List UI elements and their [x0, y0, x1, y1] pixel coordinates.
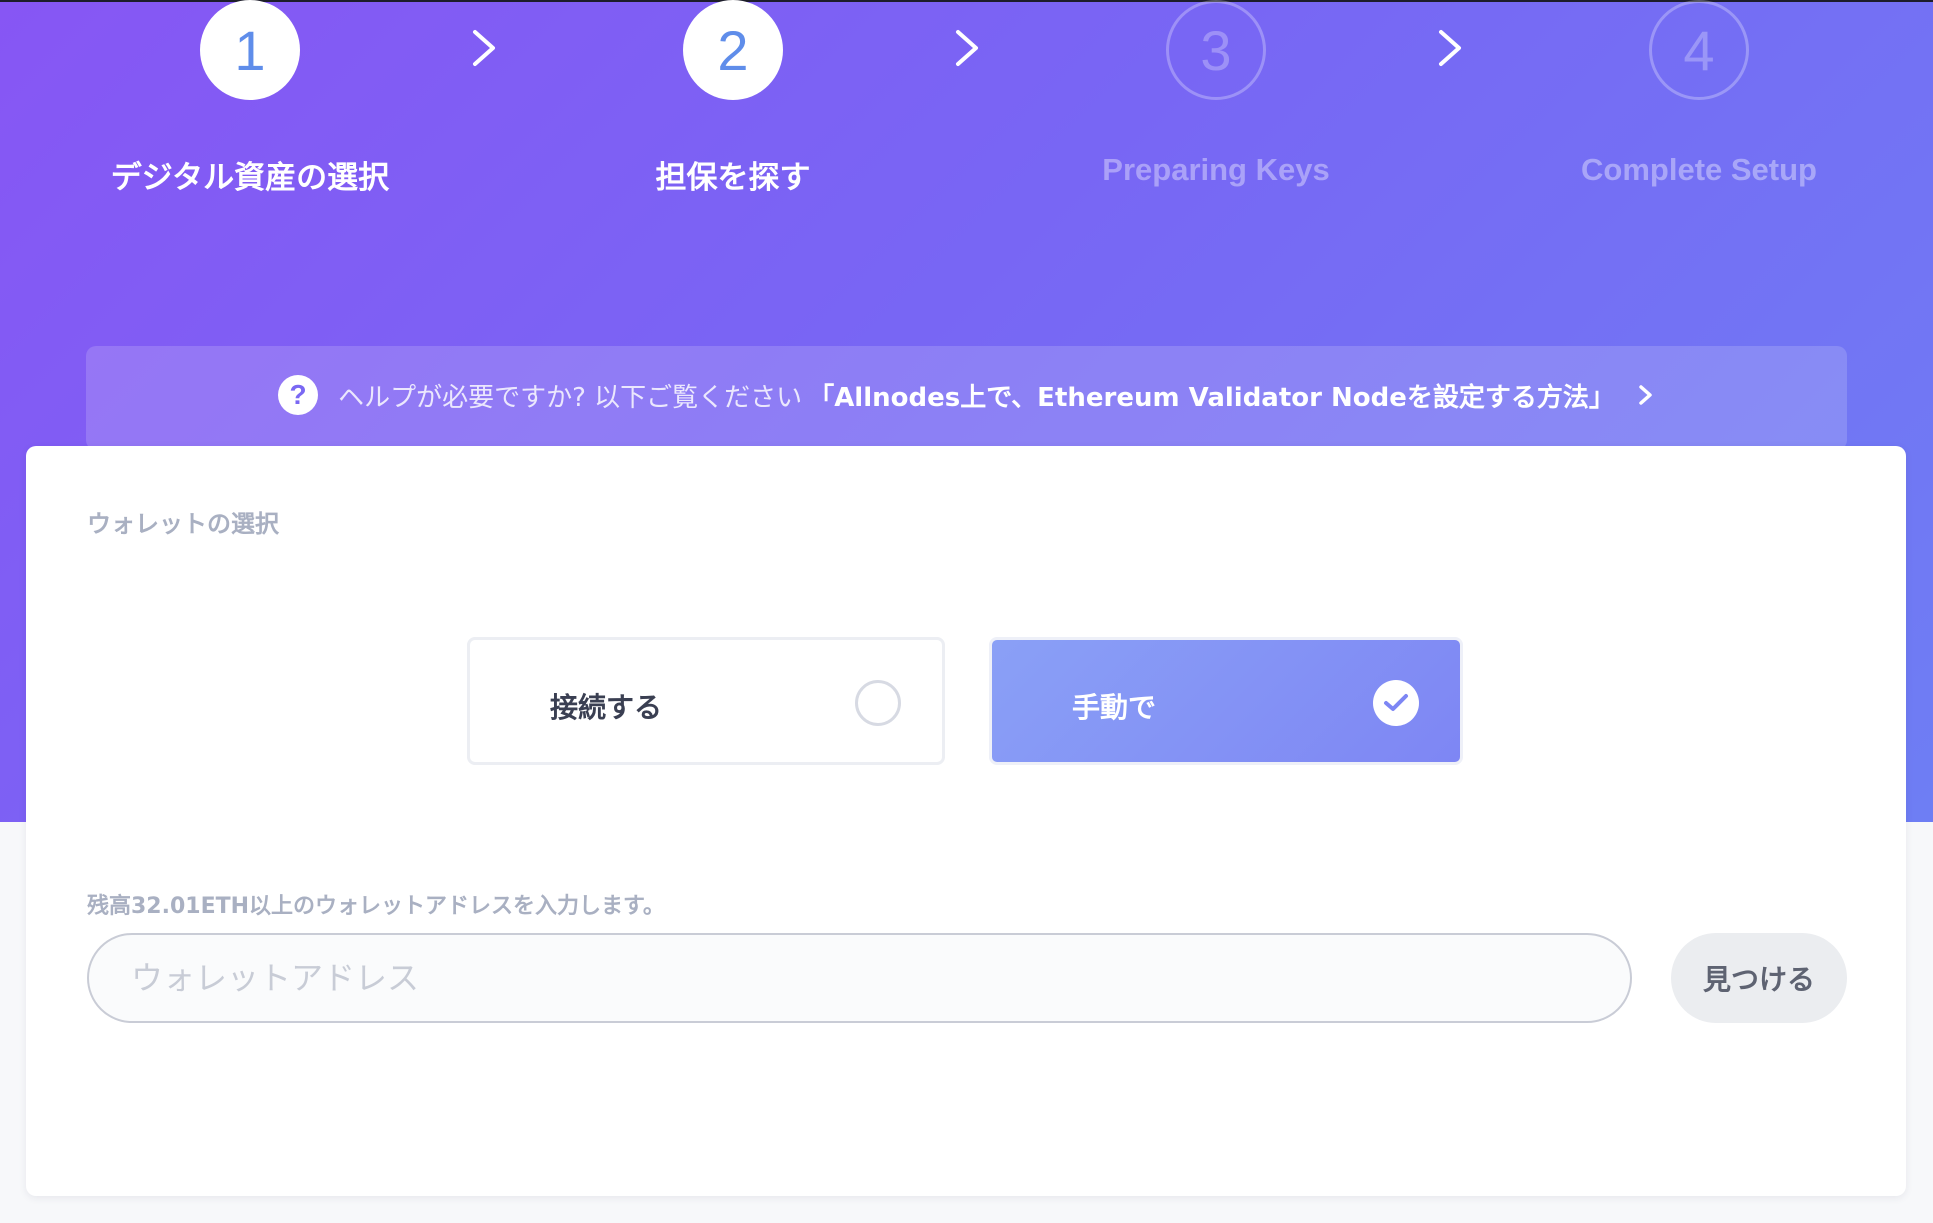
question-icon: ? [278, 375, 319, 415]
step-3-label: Preparing Keys [1102, 152, 1330, 187]
help-link[interactable]: 「Allnodes上で、Ethereum Validator Nodeを設定する… [808, 377, 1615, 414]
chevron-right-icon [1639, 385, 1652, 405]
manual-option-label: 手動で [1072, 691, 1157, 724]
radio-unchecked-icon [855, 680, 901, 726]
step-4-number: 4 [1649, 0, 1749, 100]
step-1-number: 1 [200, 0, 300, 100]
step-4: 4 Complete Setup [1499, 0, 1899, 188]
step-1: 1 デジタル資産の選択 [50, 0, 450, 197]
chevron-right-icon [956, 30, 978, 66]
checkmark-icon [1373, 680, 1419, 726]
step-4-label: Complete Setup [1581, 152, 1817, 187]
step-3-number: 3 [1166, 0, 1266, 100]
find-button[interactable]: 見つける [1671, 933, 1847, 1023]
address-label: 残高32.01ETH以上のウォレットアドレスを入力します。 [87, 894, 665, 919]
help-banner[interactable]: ? ヘルプが必要ですか? 以下ご覧ください 「Allnodes上で、Ethere… [86, 346, 1847, 450]
step-1-label: デジタル資産の選択 [110, 160, 390, 196]
step-2-label: 担保を探す [655, 160, 811, 196]
chevron-right-icon [473, 30, 495, 66]
wallet-address-input[interactable] [87, 933, 1632, 1023]
connect-wallet-option[interactable]: 接続する [467, 637, 945, 765]
connect-option-label: 接続する [550, 691, 663, 724]
step-3: 3 Preparing Keys [1016, 0, 1416, 188]
manual-entry-option[interactable]: 手動で [989, 637, 1463, 765]
chevron-right-icon [1439, 30, 1461, 66]
step-2: 2 担保を探す [533, 0, 933, 197]
help-text: ヘルプが必要ですか? 以下ご覧ください [338, 382, 803, 413]
wallet-section-title: ウォレットの選択 [87, 510, 279, 538]
step-2-number: 2 [683, 0, 783, 100]
wallet-card: ウォレットの選択 接続する 手動で 残高32.01ETH以上のウォレットアドレス… [26, 446, 1906, 1196]
